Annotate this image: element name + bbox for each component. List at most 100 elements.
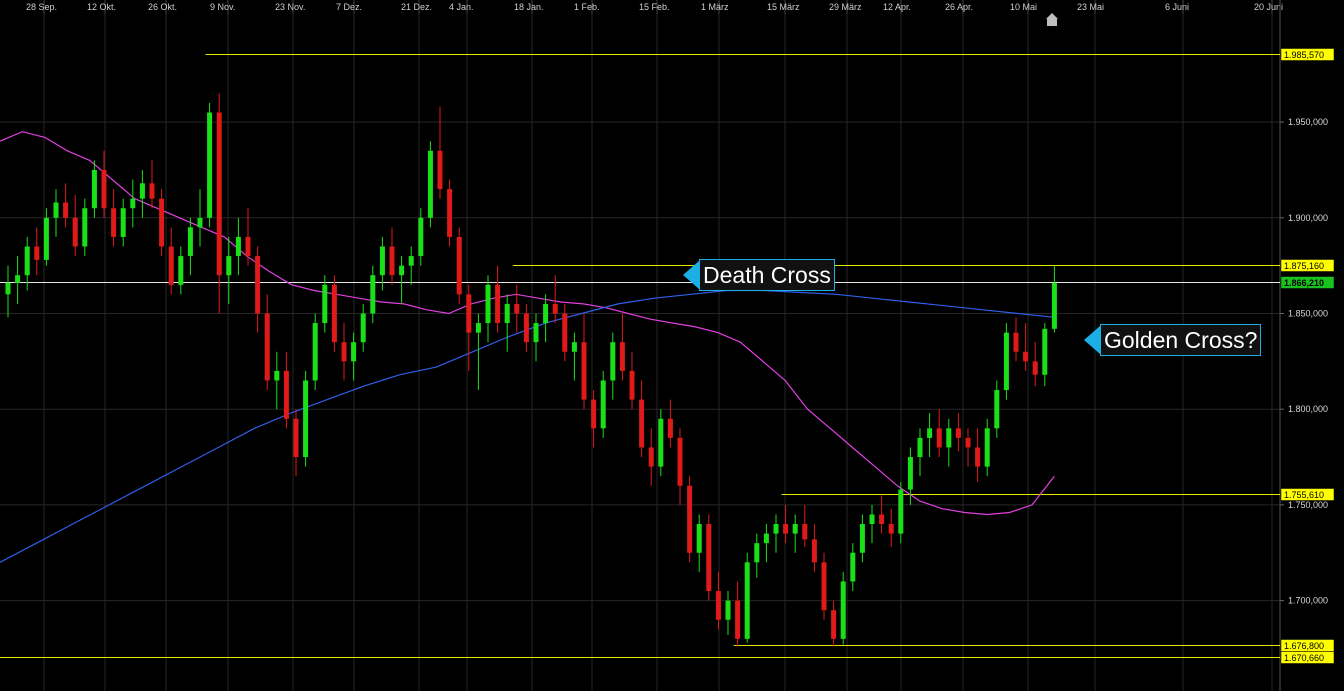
candle-body [456,236,462,295]
candle [975,428,981,482]
candle [120,198,126,247]
candle [687,476,693,563]
callout-arrow-icon [683,261,699,289]
candle [965,428,971,467]
x-tick-label: 7 Dez. [336,2,362,12]
candle-body [543,303,549,324]
candle-body [600,380,606,429]
candle-body [207,112,213,218]
candle-body [648,447,654,467]
candle [207,102,213,228]
candle-body [773,524,779,534]
candle-body [898,489,904,534]
candle-body [322,284,328,324]
candle-body [687,485,693,553]
candle-body [293,418,299,458]
candle-body [571,342,577,352]
candle [360,303,366,352]
candle [130,179,136,228]
y-tick-label: 1.800,000 [1288,404,1328,414]
candle-body [667,418,673,438]
price-badge-label: 1.875,160 [1284,261,1324,271]
candle-body [504,303,510,324]
candle-body [975,447,981,467]
candle [619,313,625,381]
candle-body [216,112,222,276]
candle [159,189,165,257]
candle-body [63,202,69,218]
candle [831,600,837,647]
candle [226,236,232,304]
candle [331,275,337,352]
candle [283,351,289,429]
candle [1051,265,1057,333]
candle [111,189,117,247]
x-tick-label: 28 Sep. [26,2,57,12]
price-badge-label: 1.866,210 [1284,278,1324,288]
candle-body [101,169,107,209]
candle [34,227,40,276]
candle [1032,342,1038,387]
candle-body [994,390,1000,429]
candle [840,571,846,645]
candle [72,194,78,257]
candle [994,380,1000,438]
candle [485,275,491,343]
candle-body [1042,328,1048,375]
candle [917,428,923,477]
candle-body [1023,351,1029,362]
y-tick-label: 1.900,000 [1288,213,1328,223]
candle-body [303,380,309,458]
candle-body [139,183,145,199]
golden-cross-label: Golden Cross? [1100,324,1262,356]
home-icon[interactable] [1046,13,1058,27]
candle [543,294,549,343]
candle [523,303,529,352]
candle-body [5,282,11,295]
candle-body [984,428,990,467]
candle-body [591,399,597,429]
candle [610,332,616,400]
candle [53,189,59,237]
candle [43,208,49,266]
candle [5,265,11,318]
candle [725,591,731,636]
candle [879,495,885,534]
candle [293,409,299,477]
candle [706,514,712,601]
candle-body [187,227,193,257]
candle-body [619,342,625,371]
candle-body [495,284,501,324]
candle [696,514,702,572]
candle [792,514,798,553]
candle-body [754,543,760,563]
candle-body [869,514,875,525]
candle [581,313,587,410]
candle-body [475,323,481,333]
candle-body [907,457,913,490]
candle-body [235,236,241,257]
candle [735,581,741,647]
candle-body [715,591,721,620]
x-axis: 28 Sep. 12 Okt. 26 Okt. 9 Nov. 23 Nov. 7 Dez.… [0,0,1344,14]
candle [399,256,405,304]
x-tick-label: 10 Mai [1010,2,1037,12]
candle-body [562,313,568,352]
candle [187,217,193,276]
candle-body [341,342,347,362]
price-badge-label: 1.985,570 [1284,50,1324,60]
candle-body [264,313,270,381]
y-axis: 1.950,000 1.900,000 1.850,000 1.800,000 1.75… [1279,0,1328,691]
candle [811,524,817,572]
candle [859,514,865,563]
candle-body [792,524,798,534]
x-tick-label: 1 März [701,2,729,12]
candle-body [744,562,750,639]
golden-cross-callout: Golden Cross? [1084,323,1262,357]
candle-body [639,399,645,448]
candle [514,284,520,333]
candle-body [370,275,376,314]
candle [571,332,577,381]
candle-body [629,370,635,400]
candle [667,399,673,448]
